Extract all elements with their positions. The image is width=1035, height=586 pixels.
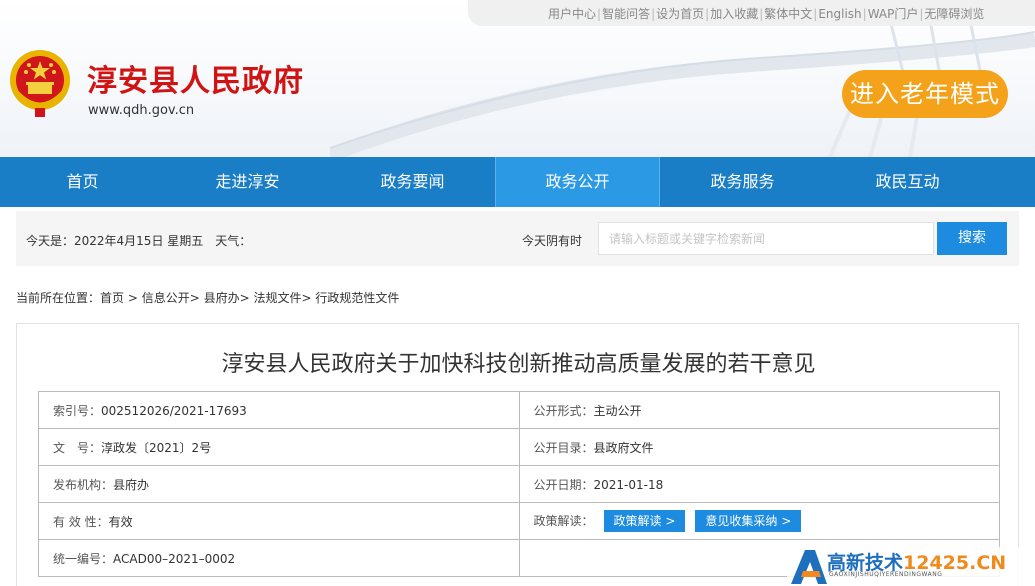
interpret-label: 政策解读：	[533, 514, 594, 528]
index-value: 002512026/2021-17693	[101, 403, 247, 418]
elder-mode-button[interactable]: 进入老年模式	[842, 70, 1008, 118]
top-links-bar: 用户中心|智能问答|设为首页|加入收藏|繁体中文|English|WAP门户|无…	[468, 0, 1035, 26]
validity-label: 有 效 性：	[53, 514, 109, 529]
number-value: 淳政发〔2021〕2号	[101, 440, 212, 455]
table-row: 发布机构：县府办 公开日期：2021-01-18	[38, 465, 1000, 503]
top-link-set-home[interactable]: 设为首页	[656, 7, 704, 21]
nav-item-interaction[interactable]: 政民互动	[825, 157, 990, 207]
validity-value: 有效	[108, 514, 133, 529]
search-button[interactable]: 搜索	[937, 222, 1007, 255]
catalog-value: 县政府文件	[593, 440, 654, 455]
top-link-smart-qa[interactable]: 智能问答	[602, 7, 650, 21]
table-row: 索引号：002512026/2021-17693 公开形式：主动公开	[38, 391, 1000, 429]
index-label: 索引号：	[53, 403, 102, 418]
nav-item-about[interactable]: 走进淳安	[165, 157, 330, 207]
top-link-favorite[interactable]: 加入收藏	[710, 7, 758, 21]
code-label: 统一编号：	[53, 551, 114, 566]
nav-item-home[interactable]: 首页	[0, 157, 165, 207]
nav-item-services[interactable]: 政务服务	[660, 157, 825, 207]
top-link-user-center[interactable]: 用户中心	[548, 7, 596, 21]
number-label: 文 号：	[53, 440, 102, 455]
document-title: 淳安县人民政府关于加快科技创新推动高质量发展的若干意见	[221, 352, 816, 377]
main-nav: 首页 走进淳安 政务要闻 政务公开 政务服务 政民互动	[0, 157, 1035, 207]
weather-text: 今天阴有时	[522, 234, 583, 248]
policy-interpretation-button[interactable]: 政策解读 >	[603, 510, 686, 532]
form-value: 主动公开	[593, 403, 642, 418]
info-bar: 今天是：2022年4月15日 星期五 天气： 今天阴有时 搜索	[16, 211, 1019, 266]
breadcrumb-item-regulations[interactable]: 法规文件	[254, 291, 302, 305]
breadcrumb: 当前所在位置：首页 > 信息公开> 县府办> 法规文件> 行政规范性文件	[16, 291, 400, 305]
table-cell: 政策解读： 政策解读 > 意见收集采纳 >	[518, 502, 1000, 540]
nav-item-news[interactable]: 政务要闻	[330, 157, 495, 207]
top-link-english[interactable]: English	[818, 7, 861, 21]
top-link-wap[interactable]: WAP门户	[868, 7, 919, 21]
table-cell: 有 效 性：有效	[38, 502, 520, 540]
form-label: 公开形式：	[533, 403, 594, 418]
table-cell: 文 号：淳政发〔2021〕2号	[38, 428, 520, 466]
top-link-accessible[interactable]: 无障碍浏览	[924, 7, 984, 21]
date-weather-text: 今天是：2022年4月15日 星期五 天气：	[26, 234, 252, 248]
breadcrumb-item-info[interactable]: 信息公开	[142, 291, 190, 305]
top-link-traditional[interactable]: 繁体中文	[764, 7, 812, 21]
table-cell: 索引号：002512026/2021-17693	[38, 391, 520, 429]
breadcrumb-prefix: 当前所在位置：	[16, 291, 101, 305]
opinion-collection-button[interactable]: 意见收集采纳 >	[695, 510, 802, 532]
issuer-label: 发布机构：	[53, 477, 114, 492]
table-cell: 公开目录：县政府文件	[518, 428, 1000, 466]
watermark-subtext: GAOXINJISHUQIYERENDINGWANG	[829, 571, 943, 578]
catalog-label: 公开目录：	[533, 440, 594, 455]
national-emblem-icon[interactable]	[8, 48, 72, 118]
site-title[interactable]: 淳安县人民政府	[87, 56, 304, 100]
table-cell: 统一编号：ACAD00–2021–0002	[38, 539, 520, 577]
breadcrumb-item-normative[interactable]: 行政规范性文件	[315, 291, 399, 305]
breadcrumb-item-home[interactable]: 首页	[100, 291, 124, 305]
table-row: 有 效 性：有效 政策解读： 政策解读 > 意见收集采纳 >	[38, 502, 1000, 540]
date-label: 公开日期：	[533, 477, 594, 492]
site-url: www.qdh.gov.cn	[88, 103, 195, 118]
date-value: 2021-01-18	[593, 477, 664, 492]
code-value: ACAD00–2021–0002	[113, 551, 236, 566]
nav-item-gov-disclosure[interactable]: 政务公开	[495, 157, 660, 207]
issuer-value: 县府办	[113, 477, 150, 492]
search-input[interactable]	[598, 222, 934, 255]
table-cell: 发布机构：县府办	[38, 465, 520, 503]
table-cell: 公开日期：2021-01-18	[518, 465, 1000, 503]
table-cell: 公开形式：主动公开	[518, 391, 1000, 429]
breadcrumb-item-office[interactable]: 县府办	[204, 291, 240, 305]
header: 用户中心|智能问答|设为首页|加入收藏|繁体中文|English|WAP门户|无…	[0, 0, 1035, 157]
table-row: 文 号：淳政发〔2021〕2号 公开目录：县政府文件	[38, 428, 1000, 466]
